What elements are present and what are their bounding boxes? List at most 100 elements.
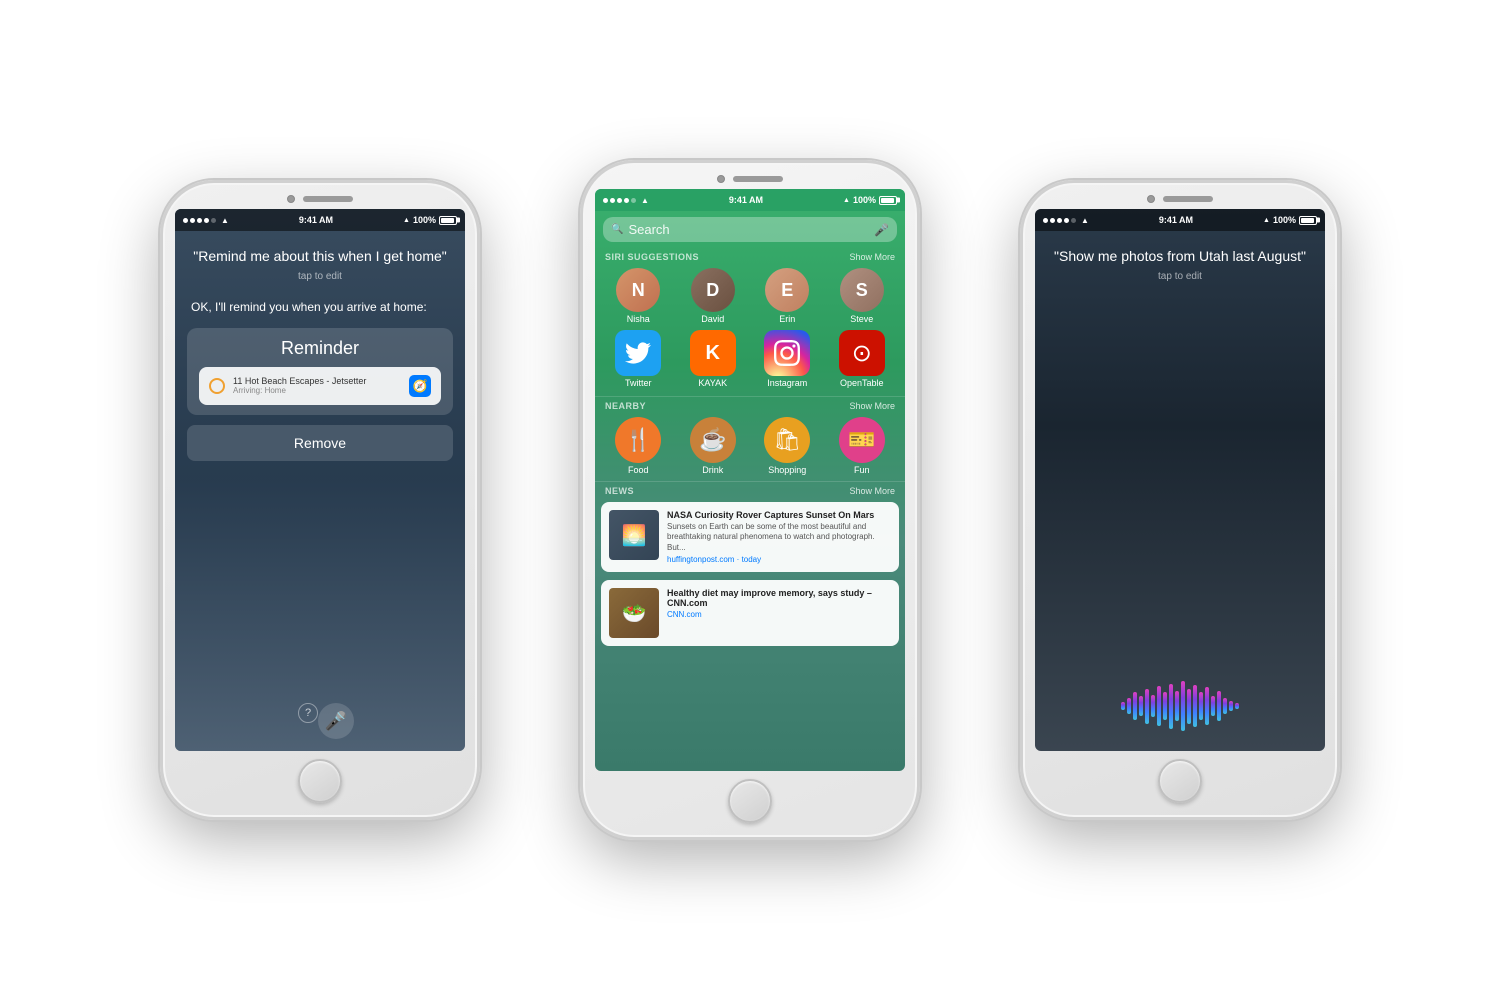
- dot4: [204, 218, 209, 223]
- siri-suggestions-label: SIRI SUGGESTIONS: [605, 252, 699, 262]
- reminder-text: 11 Hot Beach Escapes - Jetsetter: [233, 376, 366, 386]
- wave-9: [1169, 684, 1173, 729]
- wave-8: [1163, 692, 1167, 720]
- home-button-right[interactable]: [1158, 759, 1202, 803]
- time-center: 9:41 AM: [729, 195, 763, 205]
- news-item-2[interactable]: 🥗 Healthy diet may improve memory, says …: [601, 580, 899, 646]
- app-opentable[interactable]: ⊙ OpenTable: [839, 330, 885, 388]
- status-right-left: ▲ 100%: [403, 215, 457, 225]
- status-right-right: ▲ 100%: [1263, 215, 1317, 225]
- safari-icon[interactable]: 🧭: [409, 375, 431, 397]
- siri-card-left: Reminder 11 Hot Beach Escapes - Jetsette…: [187, 328, 453, 415]
- home-button-center[interactable]: [728, 779, 772, 823]
- news-summary-1: Sunsets on Earth can be some of the most…: [667, 522, 891, 553]
- news-header: NEWS Show More: [595, 482, 905, 498]
- status-bar-left: ▲ 9:41 AM ▲ 100%: [175, 209, 465, 231]
- siri-quote-left: "Remind me about this when I get home": [175, 231, 465, 271]
- show-more-3[interactable]: Show More: [849, 486, 895, 496]
- avatar-erin: E: [765, 268, 809, 312]
- app-name-instagram: Instagram: [767, 378, 807, 388]
- app-name-kayak: KAYAK: [698, 378, 727, 388]
- speaker-left: [303, 196, 353, 202]
- wave-13: [1193, 685, 1197, 727]
- signal-dots-right: ▲: [1043, 216, 1089, 225]
- contact-nisha[interactable]: N Nisha: [616, 268, 660, 324]
- phone-top-bar-right: [1023, 183, 1337, 209]
- news-content-2: Healthy diet may improve memory, says st…: [667, 588, 891, 638]
- nearby-food[interactable]: 🍴 Food: [615, 417, 661, 475]
- wave-14: [1199, 692, 1203, 720]
- kayak-icon: K: [690, 330, 736, 376]
- battery-icon-left: [439, 216, 457, 225]
- twitter-icon: [615, 330, 661, 376]
- avatar-nisha: N: [616, 268, 660, 312]
- wave-10: [1175, 691, 1179, 721]
- contacts-row: N Nisha D David E Erin S Steve: [595, 264, 905, 330]
- siri-dark-screen: ▲ 9:41 AM ▲ 100% "Remind me about this w…: [175, 209, 465, 751]
- front-camera-right: [1147, 195, 1155, 203]
- help-button[interactable]: ?: [298, 703, 318, 723]
- phones-container: ▲ 9:41 AM ▲ 100% "Remind me about this w…: [0, 0, 1500, 1000]
- app-twitter[interactable]: Twitter: [615, 330, 661, 388]
- rdot1: [1043, 218, 1048, 223]
- wifi-icon-center: ▲: [641, 196, 649, 205]
- nearby-shopping[interactable]: 🛍 Shopping: [764, 417, 810, 475]
- reminder-item[interactable]: 11 Hot Beach Escapes - Jetsetter Arrivin…: [199, 367, 441, 405]
- reminder-checkbox[interactable]: [209, 378, 225, 394]
- tap-to-edit-left[interactable]: tap to edit: [175, 271, 465, 282]
- contact-david[interactable]: D David: [691, 268, 735, 324]
- status-bar-center: ▲ 9:41 AM ▲ 100%: [595, 189, 905, 211]
- battery-fill-left: [441, 218, 454, 223]
- microphone-icon-left[interactable]: 🎤: [318, 703, 354, 739]
- avatar-david: D: [691, 268, 735, 312]
- show-more-1[interactable]: Show More: [849, 252, 895, 262]
- signal-dots-left: ▲: [183, 216, 229, 225]
- app-instagram[interactable]: Instagram: [764, 330, 810, 388]
- battery-fill-center: [881, 198, 894, 203]
- nearby-name-shopping: Shopping: [768, 465, 806, 475]
- phone-bottom-right: [1023, 751, 1337, 817]
- news-source-1: huffingtonpost.com · today: [667, 555, 891, 564]
- wave-20: [1235, 703, 1239, 709]
- wave-2: [1127, 698, 1131, 714]
- news-thumb-1: 🌅: [609, 510, 659, 560]
- speaker-center: [733, 176, 783, 182]
- nearby-drink[interactable]: ☕ Drink: [690, 417, 736, 475]
- siri-response-left: OK, I'll remind you when you arrive at h…: [175, 290, 465, 324]
- contact-name-steve: Steve: [850, 314, 873, 324]
- cdot2: [610, 198, 615, 203]
- home-button-left[interactable]: [298, 759, 342, 803]
- wifi-icon-right: ▲: [1081, 216, 1089, 225]
- phone-screen-left: ▲ 9:41 AM ▲ 100% "Remind me about this w…: [175, 209, 465, 751]
- wave-19: [1229, 701, 1233, 711]
- remove-button[interactable]: Remove: [187, 425, 453, 461]
- search-bar[interactable]: 🔍 Search 🎤: [603, 217, 897, 242]
- nearby-header: NEARBY Show More: [595, 397, 905, 413]
- tap-to-edit-right[interactable]: tap to edit: [1035, 271, 1325, 282]
- phone-bottom-center: [583, 771, 917, 837]
- app-kayak[interactable]: K KAYAK: [690, 330, 736, 388]
- wave-7: [1157, 686, 1161, 726]
- contact-steve[interactable]: S Steve: [840, 268, 884, 324]
- nearby-name-fun: Fun: [854, 465, 870, 475]
- cdot3: [617, 198, 622, 203]
- apps-row: Twitter K KAYAK Instagram: [595, 330, 905, 396]
- dot2: [190, 218, 195, 223]
- news-item-1[interactable]: 🌅 NASA Curiosity Rover Captures Sunset O…: [601, 502, 899, 572]
- status-bar-right: ▲ 9:41 AM ▲ 100%: [1035, 209, 1325, 231]
- dot5: [211, 218, 216, 223]
- contact-name-david: David: [701, 314, 724, 324]
- mic-icon-search[interactable]: 🎤: [874, 223, 889, 237]
- rdot5: [1071, 218, 1076, 223]
- nearby-label: NEARBY: [605, 401, 646, 411]
- shopping-icon: 🛍: [764, 417, 810, 463]
- reminder-content: 11 Hot Beach Escapes - Jetsetter Arrivin…: [233, 376, 366, 395]
- wave-3: [1133, 692, 1137, 720]
- siri-suggestions-header: SIRI SUGGESTIONS Show More: [595, 248, 905, 264]
- wave-6: [1151, 695, 1155, 717]
- show-more-2[interactable]: Show More: [849, 401, 895, 411]
- nearby-fun[interactable]: 🎫 Fun: [839, 417, 885, 475]
- wave-18: [1223, 698, 1227, 714]
- contact-erin[interactable]: E Erin: [765, 268, 809, 324]
- news-thumb-img-1: 🌅: [609, 510, 659, 560]
